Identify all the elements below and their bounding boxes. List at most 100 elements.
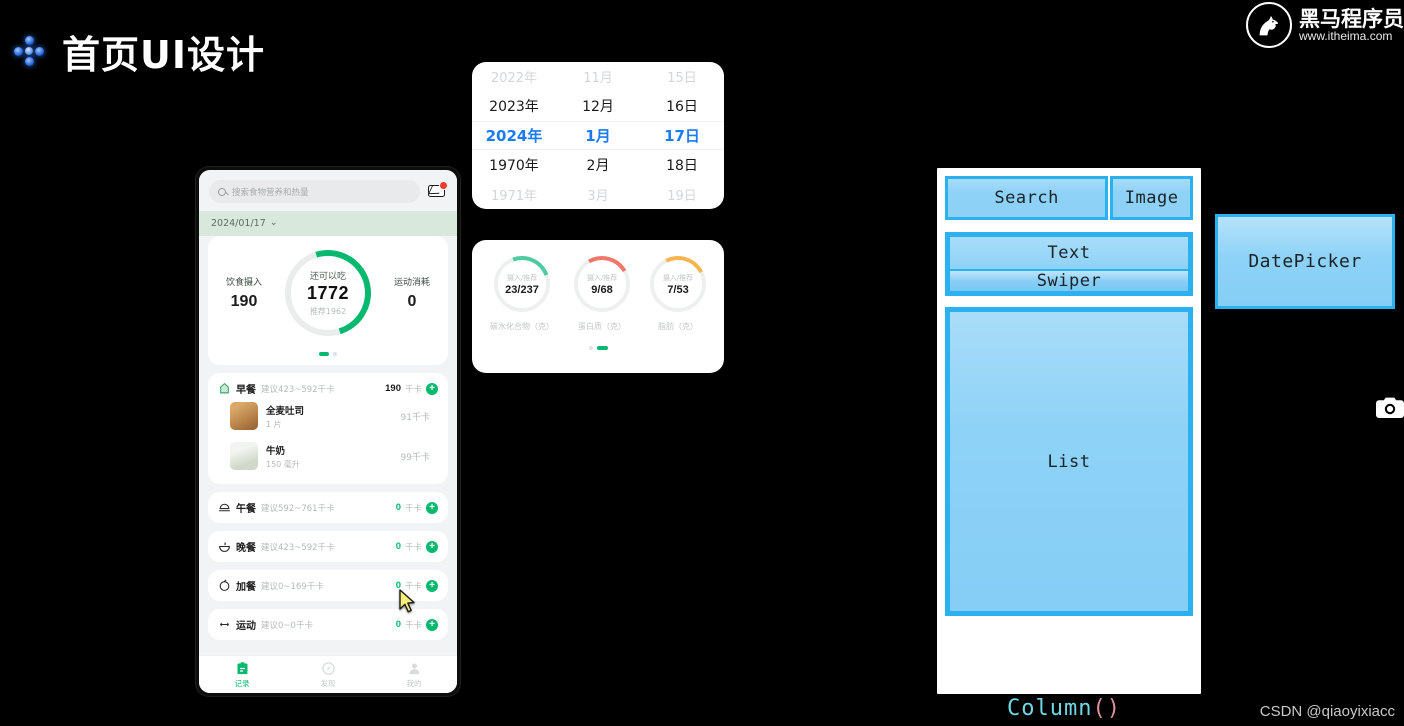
discover-icon [321,661,335,675]
food-thumbnail [230,442,258,470]
list-item[interactable]: 牛奶 150 毫升 99千卡 [218,436,438,476]
meal-suggestion: 建议592~761千卡 [261,503,335,514]
month-cell: 2月 [586,158,610,175]
burn-label: 运动消耗 [393,278,430,288]
tab-label: 发现 [320,678,336,688]
meal-card-dinner[interactable]: 晚餐 建议423~592千卡 0 千卡 + [208,531,448,562]
search-icon [218,187,226,196]
chevron-down-icon: ⌄ [269,217,278,228]
nutrient-fat: 摄入/推荐 7/53 脂肪（克） [642,248,714,332]
meal-unit: 千卡 [404,620,422,631]
meal-kcal: 0 [395,619,401,630]
meal-suggestion: 建议0~0千卡 [261,620,313,631]
ring-title: 摄入/推荐 [662,273,694,282]
tab-record[interactable]: 记录 [199,661,285,689]
phone-tab-bar[interactable]: 记录 发现 我的 [199,655,457,693]
date-picker-row-selected[interactable]: 2024年 1月 17日 [472,120,724,151]
add-food-button[interactable]: + [426,579,438,592]
brand-name: 黑马程序员 [1299,6,1404,31]
search-placeholder: 搜索食物营养和热量 [232,187,309,198]
month-cell: 12月 [582,98,614,115]
add-food-button[interactable]: + [426,618,438,631]
day-cell: 19日 [667,188,697,204]
phone-search-bar: 搜索食物营养和热量 [199,170,457,211]
phone-mockup: 搜索食物营养和热量 2024/01/17 ⌄ 饮食摄入 190 还可以吃 177… [196,167,460,696]
envelope-icon[interactable] [428,181,448,201]
struct-swiper-box[interactable]: Swiper [948,271,1190,293]
brand-logo: 黑马程序员 www.itheima.com [1246,2,1404,48]
profile-icon [409,663,419,674]
add-food-button[interactable]: + [426,382,438,395]
ring-subtext: 推荐1962 [309,307,347,316]
year-cell: 2024年 [485,127,543,145]
calorie-summary-card: 饮食摄入 190 还可以吃 1772 推荐1962 运动消耗 0 [208,236,448,365]
ring-title: 摄入/推荐 [586,273,618,282]
list-item[interactable]: 全麦吐司 1 片 91千卡 [218,396,438,436]
diamond-cluster-icon [14,36,44,66]
meal-suggestion: 建议423~592千卡 [261,384,335,395]
slide-canvas: 首页UI设计 黑马程序员 www.itheima.com 搜索食物营养和热量 2… [0,0,1404,726]
nutrient-label: 蛋白质（克） [578,322,626,331]
date-picker-row[interactable]: 2022年 11月 15日 [472,62,724,91]
camera-icon[interactable] [1376,396,1404,425]
meal-kcal: 0 [395,541,401,552]
struct-image-box[interactable]: Image [1110,176,1193,220]
meal-card-breakfast[interactable]: 早餐 建议423~592千卡 190 千卡 + 全麦吐司 1 片 91千卡 牛奶… [208,373,448,484]
month-cell: 3月 [587,188,609,204]
struct-search-box[interactable]: Search [945,176,1109,220]
page-title: 首页UI设计 [62,33,265,77]
year-cell: 2023年 [489,98,539,115]
meal-card-lunch[interactable]: 午餐 建议592~761千卡 0 千卡 + [208,492,448,523]
carousel-dots[interactable] [472,346,724,350]
meal-name: 加餐 [236,582,256,593]
meal-name: 运动 [236,621,256,632]
struct-text-box[interactable]: Text [948,235,1190,271]
ui-structure-diagram: Search Image Text Swiper List [937,168,1201,694]
struct-list-box[interactable]: List [945,307,1193,616]
add-food-button[interactable]: + [426,501,438,514]
day-cell: 16日 [666,98,698,115]
day-cell: 18日 [666,158,698,175]
column-parens: () [1092,696,1121,721]
day-cell: 15日 [667,71,697,87]
notification-badge [439,181,448,190]
struct-datepicker-box[interactable]: DatePicker [1215,214,1395,309]
nutrient-label: 脂肪（克） [658,322,698,331]
column-keyword: Column [1007,696,1093,721]
ring-value: 9/68 [591,283,613,296]
date-picker-card[interactable]: 2022年 11月 15日 2023年 12月 16日 2024年 1月 17日… [472,62,724,209]
date-value: 2024/01/17 [211,218,266,229]
nutrient-card[interactable]: 摄入/推荐 23/237 碳水化合物（克） 摄入/推荐 9/68 蛋白质（克） [472,240,724,373]
month-cell: 11月 [583,71,613,87]
ring-title: 还可以吃 [309,272,346,282]
date-picker-row[interactable]: 1970年 2月 18日 [472,150,724,179]
phone-content-scroll[interactable]: 饮食摄入 190 还可以吃 1772 推荐1962 运动消耗 0 早餐 建议42… [199,236,457,693]
food-thumbnail [230,402,258,430]
meal-unit: 千卡 [404,542,422,553]
intake-stat: 饮食摄入 190 [218,275,270,311]
carousel-dots[interactable] [208,352,448,365]
date-picker-row[interactable]: 1971年 3月 19日 [472,180,724,209]
year-cell: 1970年 [489,158,539,175]
snack-icon [219,579,230,591]
brand-url: www.itheima.com [1299,28,1393,43]
date-picker-row[interactable]: 2023年 12月 16日 [472,91,724,120]
meal-suggestion: 建议423~592千卡 [261,542,335,553]
tab-discover[interactable]: 发现 [285,661,371,689]
tab-label: 记录 [234,678,250,688]
month-cell: 1月 [585,127,611,145]
food-quantity: 150 毫升 [266,459,300,469]
food-kcal: 99千卡 [400,452,430,463]
add-food-button[interactable]: + [426,540,438,553]
tab-label: 我的 [406,678,422,688]
meal-kcal: 190 [385,383,401,394]
meal-name: 早餐 [236,385,256,396]
tab-profile[interactable]: 我的 [371,661,457,689]
burn-value: 0 [407,293,417,310]
dinner-icon [219,542,230,552]
struct-text-swiper-group: Text Swiper [945,232,1193,296]
ring-value: 23/237 [505,283,539,296]
meal-suggestion: 建议0~169千卡 [261,581,324,592]
meal-unit: 千卡 [404,503,422,514]
search-input[interactable]: 搜索食物营养和热量 [209,180,420,203]
